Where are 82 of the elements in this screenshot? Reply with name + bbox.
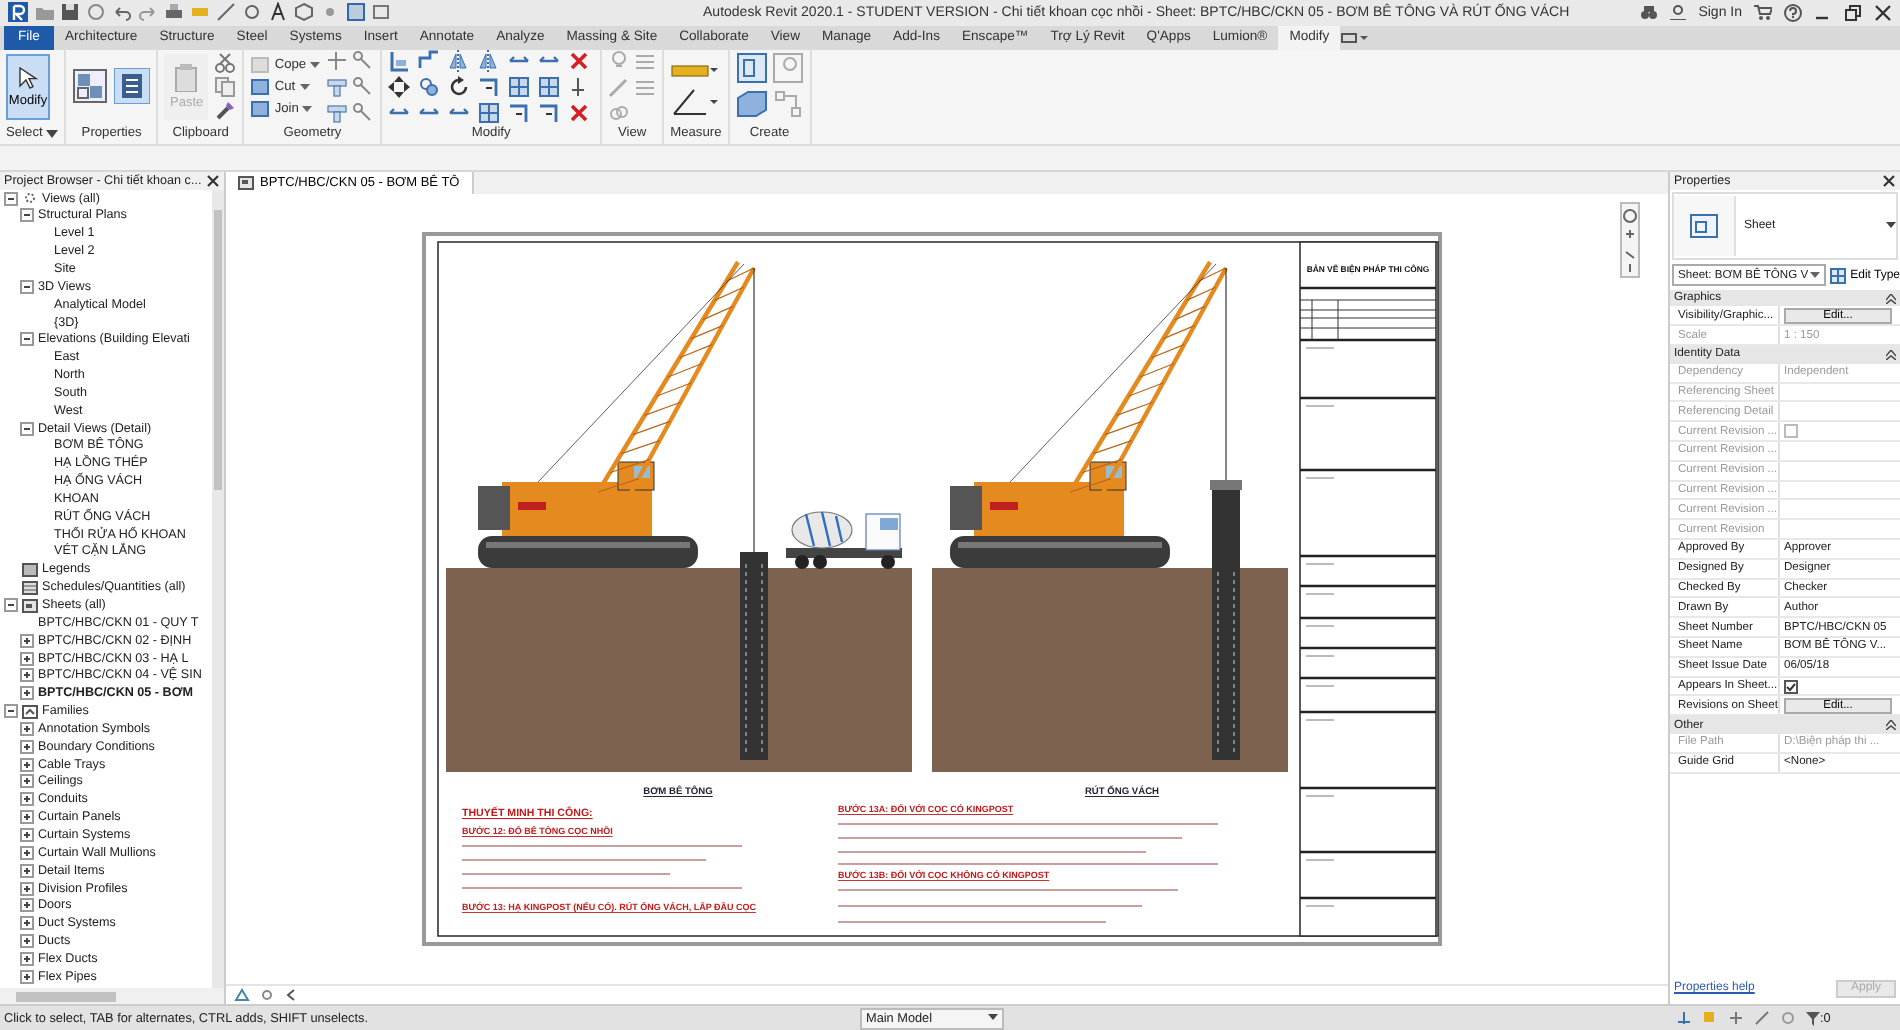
scissors-icon[interactable] bbox=[214, 51, 237, 74]
views-icon bbox=[22, 190, 38, 207]
sheet-view-icon bbox=[238, 175, 254, 190]
expand-toggle-icon[interactable] bbox=[20, 774, 34, 789]
offset-icon[interactable] bbox=[418, 49, 441, 72]
collapse-icon[interactable] bbox=[1886, 349, 1896, 360]
group-icon[interactable] bbox=[735, 52, 768, 85]
grid-icon[interactable] bbox=[508, 75, 531, 98]
align-icon[interactable] bbox=[388, 49, 411, 72]
delete-icon[interactable] bbox=[568, 49, 591, 72]
collapse-icon[interactable] bbox=[1886, 293, 1896, 304]
expand-toggle-icon[interactable] bbox=[20, 633, 34, 648]
expand-toggle-icon[interactable] bbox=[20, 845, 34, 860]
expand-toggle-icon[interactable] bbox=[20, 827, 34, 842]
save-icon[interactable] bbox=[60, 2, 80, 23]
move-icon[interactable] bbox=[388, 75, 411, 98]
close-icon[interactable] bbox=[1874, 3, 1892, 22]
checkbox[interactable] bbox=[1784, 679, 1798, 693]
concrete-mixer-truck-drawing bbox=[786, 510, 902, 569]
expand-toggle-icon[interactable] bbox=[20, 686, 34, 701]
grid-icon[interactable] bbox=[478, 101, 501, 124]
3d-view-icon[interactable] bbox=[294, 2, 314, 23]
expand-toggle-icon[interactable] bbox=[20, 668, 34, 683]
close-icon[interactable] bbox=[206, 173, 220, 188]
rotate-icon[interactable] bbox=[448, 75, 471, 98]
expand-toggle-icon[interactable] bbox=[20, 934, 34, 949]
expand-toggle-icon[interactable] bbox=[20, 721, 34, 736]
edit-type-icon bbox=[1830, 267, 1847, 284]
expand-toggle-icon[interactable] bbox=[20, 651, 34, 666]
sheet-type-icon bbox=[1690, 213, 1718, 238]
print-icon[interactable] bbox=[164, 2, 184, 23]
close-icon[interactable] bbox=[1882, 173, 1896, 188]
caret-icon bbox=[988, 1014, 998, 1023]
properties-panel-icon[interactable] bbox=[114, 68, 151, 105]
expand-toggle-icon[interactable] bbox=[20, 951, 34, 966]
scroll-left-icon[interactable] bbox=[284, 988, 296, 1003]
mirror-icon[interactable] bbox=[478, 49, 501, 72]
caret-icon bbox=[1810, 271, 1821, 280]
type-properties-icon[interactable] bbox=[72, 68, 109, 105]
expand-toggle-icon[interactable] bbox=[20, 279, 34, 294]
filter-icon bbox=[1806, 1011, 1820, 1026]
expand-toggle-icon[interactable] bbox=[20, 881, 34, 895]
restore-icon[interactable] bbox=[1844, 3, 1862, 22]
expand-toggle-icon[interactable] bbox=[4, 598, 18, 612]
expand-toggle-icon[interactable] bbox=[20, 863, 34, 878]
help-icon[interactable] bbox=[1784, 3, 1802, 22]
sheets-icon bbox=[22, 597, 38, 613]
legend-icon bbox=[22, 561, 38, 578]
expand-toggle-icon[interactable] bbox=[20, 969, 34, 984]
expand-toggle-icon[interactable] bbox=[20, 898, 34, 913]
expand-toggle-icon[interactable] bbox=[20, 792, 34, 807]
mirror-icon[interactable] bbox=[448, 49, 471, 72]
cursor-arrow-icon bbox=[18, 65, 38, 90]
user-icon[interactable] bbox=[1670, 4, 1687, 21]
caret-icon[interactable] bbox=[46, 127, 59, 140]
horizontal-scrollbar[interactable] bbox=[0, 988, 224, 1005]
expand-toggle-icon[interactable] bbox=[20, 810, 34, 825]
copy-element-icon[interactable] bbox=[418, 75, 441, 98]
vertical-scrollbar[interactable] bbox=[212, 189, 224, 989]
families-icon bbox=[22, 703, 38, 720]
expand-toggle-icon[interactable] bbox=[20, 757, 34, 772]
revit-logo-icon bbox=[8, 2, 28, 23]
text-icon[interactable] bbox=[268, 2, 288, 23]
paintbrush-icon[interactable] bbox=[214, 99, 237, 122]
delete-icon[interactable] bbox=[568, 101, 591, 124]
schedule-icon bbox=[22, 579, 38, 596]
expand-toggle-icon[interactable] bbox=[20, 332, 34, 347]
expand-toggle-icon[interactable] bbox=[20, 916, 34, 931]
caret-icon bbox=[1886, 221, 1896, 230]
collapse-icon[interactable] bbox=[1886, 720, 1896, 731]
expand-toggle-icon[interactable] bbox=[20, 739, 34, 754]
parts-icon[interactable] bbox=[735, 88, 768, 121]
binoculars-icon[interactable] bbox=[1640, 4, 1659, 21]
expand-toggle-icon[interactable] bbox=[20, 421, 34, 436]
cart-icon[interactable] bbox=[1754, 4, 1772, 21]
navigation-bar-icon[interactable] bbox=[1620, 201, 1640, 278]
undo-icon[interactable] bbox=[112, 2, 132, 23]
expand-toggle-icon[interactable] bbox=[20, 208, 34, 223]
expand-toggle-icon[interactable] bbox=[4, 191, 18, 206]
grid-icon[interactable] bbox=[538, 75, 561, 98]
clipboard-icon bbox=[174, 63, 199, 92]
expand-toggle-icon[interactable] bbox=[4, 704, 18, 719]
